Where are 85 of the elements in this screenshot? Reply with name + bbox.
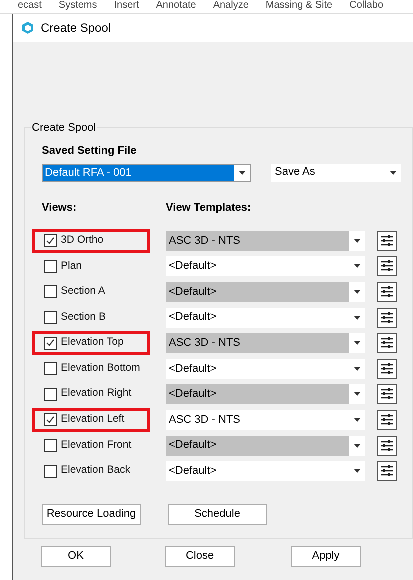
- view-label: Elevation Front: [61, 438, 132, 453]
- sliders-icon: [380, 310, 394, 325]
- caret-icon: [354, 290, 360, 294]
- checkbox[interactable]: [44, 413, 57, 426]
- view-label: Elevation Top: [61, 335, 124, 350]
- settings-button[interactable]: [377, 384, 397, 404]
- dialog-button[interactable]: Apply: [291, 546, 361, 567]
- view-label: Plan: [61, 258, 82, 274]
- caret-icon: [354, 341, 360, 346]
- sliders-icon: [380, 284, 394, 299]
- caret-icon: [238, 170, 246, 174]
- template-dropdown[interactable]: <Default>: [166, 308, 365, 328]
- settings-button[interactable]: [377, 256, 397, 276]
- view-label: Elevation Back: [61, 463, 130, 478]
- checkbox[interactable]: [44, 260, 57, 273]
- settings-button[interactable]: [377, 461, 397, 482]
- action-button[interactable]: Resource Loading: [42, 504, 141, 525]
- setting-file-dropdown[interactable]: Default RFA - 001: [42, 164, 251, 182]
- caret-icon: [354, 392, 360, 396]
- ribbon-tab[interactable]: Collabo: [350, 0, 384, 13]
- ribbon-tab[interactable]: ecast: [18, 0, 42, 13]
- template-dropdown[interactable]: ASC 3D - NTS: [166, 333, 365, 354]
- sliders-icon: [380, 234, 394, 248]
- view-label: Section B: [61, 310, 106, 325]
- dialog-button[interactable]: Close: [165, 546, 235, 567]
- sliders-icon: [380, 387, 394, 402]
- settings-button[interactable]: [377, 358, 397, 379]
- template-dropdown[interactable]: ASC 3D - NTS: [166, 410, 365, 430]
- template-dropdown[interactable]: <Default>: [166, 436, 365, 456]
- check-icon: [46, 416, 55, 424]
- checkbox[interactable]: [44, 285, 57, 298]
- view-label: Section A: [61, 284, 106, 300]
- checkbox[interactable]: [44, 234, 57, 248]
- ribbon-tab[interactable]: Insert: [114, 0, 140, 13]
- settings-button[interactable]: [377, 436, 397, 456]
- checkbox[interactable]: [44, 362, 57, 376]
- checkbox[interactable]: [44, 388, 57, 401]
- settings-button[interactable]: [377, 230, 397, 251]
- template-dropdown[interactable]: <Default>: [166, 461, 365, 482]
- caret-icon: [354, 264, 360, 268]
- column-header: View Templates:: [166, 200, 252, 216]
- template-dropdown[interactable]: <Default>: [166, 358, 365, 379]
- view-label: 3D Ortho: [61, 232, 104, 248]
- caret-icon: [390, 170, 396, 174]
- caret-icon: [354, 469, 360, 474]
- app-logo-icon: [21, 21, 35, 35]
- template-dropdown[interactable]: <Default>: [166, 384, 365, 404]
- checkbox[interactable]: [44, 311, 57, 324]
- sliders-icon: [380, 438, 394, 453]
- settings-button[interactable]: [377, 282, 397, 302]
- ribbon-tab[interactable]: Systems: [58, 0, 98, 13]
- view-label: Elevation Right: [61, 386, 132, 402]
- column-header: Views:: [42, 200, 78, 216]
- settings-button[interactable]: [377, 410, 397, 430]
- template-dropdown[interactable]: ASC 3D - NTS: [166, 230, 365, 251]
- field-label: Saved Setting File: [42, 144, 138, 159]
- checkbox[interactable]: [44, 464, 57, 478]
- save-as-dropdown[interactable]: Save As: [271, 164, 401, 182]
- checkbox[interactable]: [44, 336, 57, 350]
- caret-icon: [354, 418, 360, 422]
- caret-icon: [354, 238, 360, 243]
- sliders-icon: [380, 362, 394, 376]
- sliders-icon: [380, 412, 394, 427]
- checkbox[interactable]: [44, 439, 57, 452]
- ribbon-tab[interactable]: Annotate: [156, 0, 196, 13]
- caret-icon: [354, 366, 360, 371]
- check-icon: [46, 339, 55, 348]
- sliders-icon: [380, 464, 394, 478]
- settings-button[interactable]: [377, 333, 397, 354]
- ribbon-tab[interactable]: Analyze: [213, 0, 249, 13]
- caret-icon: [354, 316, 360, 320]
- check-icon: [46, 236, 55, 245]
- window-title: Create Spool: [41, 20, 112, 37]
- template-dropdown[interactable]: <Default>: [166, 282, 365, 302]
- template-dropdown[interactable]: <Default>: [166, 256, 365, 276]
- settings-button[interactable]: [377, 308, 397, 328]
- caret-icon: [354, 444, 360, 448]
- view-label: Elevation Bottom: [61, 360, 140, 376]
- action-button[interactable]: Schedule: [168, 504, 267, 525]
- sliders-icon: [380, 336, 394, 350]
- ribbon-tab[interactable]: Massing & Site: [266, 0, 333, 13]
- sliders-icon: [380, 259, 394, 274]
- group-title: Create Spool: [31, 120, 98, 136]
- view-label: Elevation Left: [61, 412, 125, 428]
- dialog-button[interactable]: OK: [41, 546, 111, 567]
